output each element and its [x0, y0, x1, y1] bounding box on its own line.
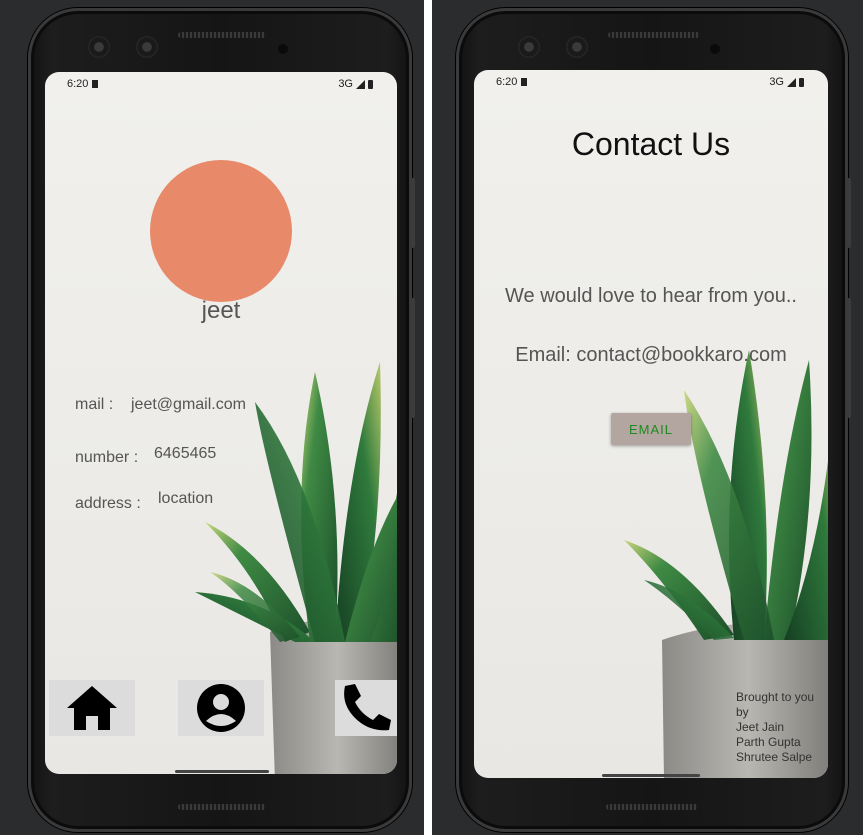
network-type: 3G — [769, 76, 784, 88]
sd-card-icon — [92, 80, 99, 88]
phone-frame-profile: 6:20 3G jeet mail: jeet@gmail.com numbe… — [28, 8, 415, 832]
contact-title: Contact Us — [571, 126, 731, 162]
number-label: number : — [75, 449, 139, 466]
proximity-sensor — [710, 44, 720, 54]
power-button — [847, 178, 851, 248]
credits-line: Brought to you — [736, 690, 815, 704]
contact-email-text: Email: contact@bookkaro.com — [515, 344, 787, 366]
nav-profile-button[interactable] — [178, 680, 264, 736]
nav-home-button[interactable] — [49, 680, 135, 736]
status-time: 6:20 — [67, 78, 99, 90]
profile-icon — [197, 684, 245, 732]
status-time: 6:20 — [496, 76, 528, 88]
volume-button — [411, 298, 415, 418]
number-value: 6465465 — [154, 445, 217, 462]
phone-frame-contact: 6:20 3G Contact Us We would love to hear… — [456, 8, 851, 832]
mail-value: jeet@gmail.com — [131, 396, 246, 413]
home-icon — [67, 686, 117, 730]
credits-line: Parth Gupta — [736, 735, 801, 749]
home-indicator-bar[interactable] — [602, 774, 700, 777]
credits-line: Jeet Jain — [736, 720, 785, 734]
email-button[interactable]: EMAIL — [611, 413, 691, 445]
mail-label: mail : — [75, 396, 114, 413]
bottom-speaker — [178, 804, 266, 810]
address-value: location — [158, 490, 214, 507]
address-label: address : — [75, 495, 141, 512]
sd-card-icon — [521, 78, 528, 86]
status-bar: 6:20 3G — [45, 76, 397, 92]
volume-button — [847, 298, 851, 418]
credits-line: Shrutee Salpe — [736, 750, 813, 764]
signal-icon — [356, 79, 365, 89]
front-camera-icon — [518, 36, 540, 58]
signal-icon — [787, 77, 796, 87]
power-button — [411, 178, 415, 248]
screenshot-divider — [424, 0, 432, 835]
proximity-sensor — [278, 44, 288, 54]
battery-icon — [799, 77, 804, 87]
status-bar: 6:20 3G — [474, 74, 828, 90]
contact-screen: 6:20 3G Contact Us We would love to hear… — [474, 70, 828, 778]
battery-icon — [368, 79, 373, 89]
front-camera-icon — [566, 36, 588, 58]
profile-username: jeet — [201, 297, 241, 324]
front-camera-icon — [88, 36, 110, 58]
credits-line: by — [736, 705, 749, 719]
phone-icon — [344, 684, 391, 731]
profile-avatar — [150, 160, 292, 302]
front-camera-icon — [136, 36, 158, 58]
credits-block: Brought to you by Jeet Jain Parth Gupta … — [736, 690, 814, 765]
profile-screen: 6:20 3G jeet mail: jeet@gmail.com numbe… — [45, 72, 397, 774]
home-indicator-bar[interactable] — [175, 770, 269, 773]
nav-contact-button[interactable] — [335, 680, 397, 736]
bottom-speaker — [606, 804, 698, 810]
earpiece-speaker — [178, 32, 266, 38]
network-type: 3G — [338, 78, 353, 90]
earpiece-speaker — [608, 32, 700, 38]
contact-message: We would love to hear from you.. — [505, 285, 797, 307]
